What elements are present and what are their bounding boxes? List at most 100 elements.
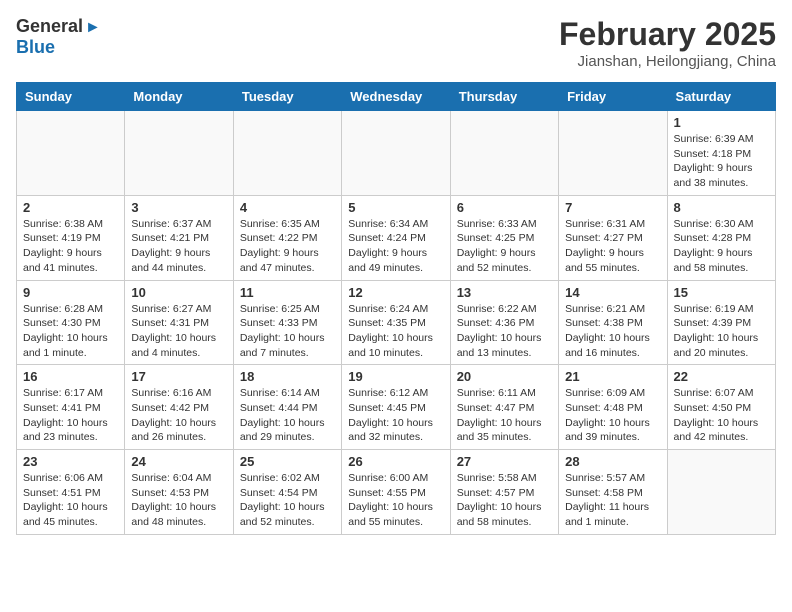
location-subtitle: Jianshan, Heilongjiang, China: [559, 53, 776, 70]
week-row-1: 2Sunrise: 6:38 AM Sunset: 4:19 PM Daylig…: [17, 195, 776, 280]
day-number: 17: [131, 369, 226, 384]
day-number: 6: [457, 200, 552, 215]
day-detail: Sunrise: 6:33 AM Sunset: 4:25 PM Dayligh…: [457, 217, 552, 276]
calendar-cell: 2Sunrise: 6:38 AM Sunset: 4:19 PM Daylig…: [17, 195, 125, 280]
calendar-cell: 16 Sunrise: 6:17 AM Sunset: 4:41 PM Dayli…: [17, 365, 125, 450]
calendar-cell: 20 Sunrise: 6:11 AM Sunset: 4:47 PM Dayli…: [450, 365, 558, 450]
weekday-header-wednesday: Wednesday: [342, 83, 450, 111]
calendar-cell: [17, 111, 125, 196]
day-detail: Sunrise: 6:00 AM Sunset: 4:55 PM Dayligh…: [348, 471, 443, 530]
day-number: 27: [457, 454, 552, 469]
day-number: 12: [348, 285, 443, 300]
calendar-cell: 3Sunrise: 6:37 AM Sunset: 4:21 PM Daylig…: [125, 195, 233, 280]
day-number: 7: [565, 200, 660, 215]
calendar-cell: [667, 450, 775, 535]
day-number: 15: [674, 285, 769, 300]
calendar-cell: [559, 111, 667, 196]
day-number: 23: [23, 454, 118, 469]
logo-icon: ►: [85, 19, 101, 36]
calendar-cell: 22 Sunrise: 6:07 AM Sunset: 4:50 PM Dayli…: [667, 365, 775, 450]
calendar-cell: 28 Sunrise: 5:57 AM Sunset: 4:58 PM Dayli…: [559, 450, 667, 535]
calendar-cell: 7Sunrise: 6:31 AM Sunset: 4:27 PM Daylig…: [559, 195, 667, 280]
weekday-header-sunday: Sunday: [17, 83, 125, 111]
logo: General► Blue: [16, 16, 101, 58]
day-number: 28: [565, 454, 660, 469]
calendar-table: SundayMondayTuesdayWednesdayThursdayFrid…: [16, 82, 776, 535]
day-number: 3: [131, 200, 226, 215]
day-detail: Sunrise: 6:02 AM Sunset: 4:54 PM Dayligh…: [240, 471, 335, 530]
day-number: 24: [131, 454, 226, 469]
calendar-cell: 25 Sunrise: 6:02 AM Sunset: 4:54 PM Dayli…: [233, 450, 341, 535]
day-detail: Sunrise: 6:28 AM Sunset: 4:30 PM Dayligh…: [23, 302, 118, 361]
day-detail: Sunrise: 6:38 AM Sunset: 4:19 PM Dayligh…: [23, 217, 118, 276]
day-detail: Sunrise: 6:24 AM Sunset: 4:35 PM Dayligh…: [348, 302, 443, 361]
title-area: February 2025 Jianshan, Heilongjiang, Ch…: [559, 16, 776, 70]
weekday-header-saturday: Saturday: [667, 83, 775, 111]
day-number: 11: [240, 285, 335, 300]
calendar-cell: 6 Sunrise: 6:33 AM Sunset: 4:25 PM Daylig…: [450, 195, 558, 280]
calendar-cell: 13 Sunrise: 6:22 AM Sunset: 4:36 PM Dayli…: [450, 280, 558, 365]
calendar-cell: 5 Sunrise: 6:34 AM Sunset: 4:24 PM Daylig…: [342, 195, 450, 280]
calendar-cell: 21 Sunrise: 6:09 AM Sunset: 4:48 PM Dayli…: [559, 365, 667, 450]
day-detail: Sunrise: 6:09 AM Sunset: 4:48 PM Dayligh…: [565, 386, 660, 445]
calendar-cell: [125, 111, 233, 196]
day-number: 21: [565, 369, 660, 384]
day-detail: Sunrise: 6:11 AM Sunset: 4:47 PM Dayligh…: [457, 386, 552, 445]
calendar-cell: 10 Sunrise: 6:27 AM Sunset: 4:31 PM Dayli…: [125, 280, 233, 365]
weekday-header-tuesday: Tuesday: [233, 83, 341, 111]
day-number: 10: [131, 285, 226, 300]
day-detail: Sunrise: 6:04 AM Sunset: 4:53 PM Dayligh…: [131, 471, 226, 530]
day-detail: Sunrise: 6:07 AM Sunset: 4:50 PM Dayligh…: [674, 386, 769, 445]
day-detail: Sunrise: 6:19 AM Sunset: 4:39 PM Dayligh…: [674, 302, 769, 361]
day-detail: Sunrise: 6:12 AM Sunset: 4:45 PM Dayligh…: [348, 386, 443, 445]
day-detail: Sunrise: 6:34 AM Sunset: 4:24 PM Dayligh…: [348, 217, 443, 276]
calendar-cell: 17 Sunrise: 6:16 AM Sunset: 4:42 PM Dayli…: [125, 365, 233, 450]
day-number: 4: [240, 200, 335, 215]
day-number: 9: [23, 285, 118, 300]
day-detail: Sunrise: 6:14 AM Sunset: 4:44 PM Dayligh…: [240, 386, 335, 445]
calendar-cell: 4 Sunrise: 6:35 AM Sunset: 4:22 PM Daylig…: [233, 195, 341, 280]
calendar-cell: 12 Sunrise: 6:24 AM Sunset: 4:35 PM Dayli…: [342, 280, 450, 365]
calendar-cell: 14Sunrise: 6:21 AM Sunset: 4:38 PM Dayli…: [559, 280, 667, 365]
calendar-cell: [233, 111, 341, 196]
day-number: 22: [674, 369, 769, 384]
day-number: 20: [457, 369, 552, 384]
day-detail: Sunrise: 6:39 AM Sunset: 4:18 PM Dayligh…: [674, 132, 769, 191]
calendar-cell: 24 Sunrise: 6:04 AM Sunset: 4:53 PM Dayli…: [125, 450, 233, 535]
week-row-0: 1Sunrise: 6:39 AM Sunset: 4:18 PM Daylig…: [17, 111, 776, 196]
day-number: 25: [240, 454, 335, 469]
day-detail: Sunrise: 6:06 AM Sunset: 4:51 PM Dayligh…: [23, 471, 118, 530]
day-detail: Sunrise: 6:27 AM Sunset: 4:31 PM Dayligh…: [131, 302, 226, 361]
calendar-cell: 19Sunrise: 6:12 AM Sunset: 4:45 PM Dayli…: [342, 365, 450, 450]
day-detail: Sunrise: 5:58 AM Sunset: 4:57 PM Dayligh…: [457, 471, 552, 530]
day-detail: Sunrise: 6:35 AM Sunset: 4:22 PM Dayligh…: [240, 217, 335, 276]
day-number: 8: [674, 200, 769, 215]
page-header: General► Blue February 2025 Jianshan, He…: [16, 16, 776, 70]
weekday-header-friday: Friday: [559, 83, 667, 111]
week-row-2: 9 Sunrise: 6:28 AM Sunset: 4:30 PM Daylig…: [17, 280, 776, 365]
calendar-cell: 18 Sunrise: 6:14 AM Sunset: 4:44 PM Dayli…: [233, 365, 341, 450]
calendar-cell: 27 Sunrise: 5:58 AM Sunset: 4:57 PM Dayli…: [450, 450, 558, 535]
logo-blue: Blue: [16, 37, 55, 57]
day-number: 5: [348, 200, 443, 215]
day-detail: Sunrise: 5:57 AM Sunset: 4:58 PM Dayligh…: [565, 471, 660, 530]
day-number: 18: [240, 369, 335, 384]
logo-general: General: [16, 16, 83, 36]
week-row-3: 16 Sunrise: 6:17 AM Sunset: 4:41 PM Dayli…: [17, 365, 776, 450]
day-detail: Sunrise: 6:21 AM Sunset: 4:38 PM Dayligh…: [565, 302, 660, 361]
day-number: 16: [23, 369, 118, 384]
weekday-header-monday: Monday: [125, 83, 233, 111]
day-detail: Sunrise: 6:16 AM Sunset: 4:42 PM Dayligh…: [131, 386, 226, 445]
day-number: 13: [457, 285, 552, 300]
day-detail: Sunrise: 6:30 AM Sunset: 4:28 PM Dayligh…: [674, 217, 769, 276]
day-detail: Sunrise: 6:22 AM Sunset: 4:36 PM Dayligh…: [457, 302, 552, 361]
calendar-cell: [450, 111, 558, 196]
calendar-cell: [342, 111, 450, 196]
weekday-header-row: SundayMondayTuesdayWednesdayThursdayFrid…: [17, 83, 776, 111]
calendar-cell: 1Sunrise: 6:39 AM Sunset: 4:18 PM Daylig…: [667, 111, 775, 196]
day-detail: Sunrise: 6:25 AM Sunset: 4:33 PM Dayligh…: [240, 302, 335, 361]
day-number: 26: [348, 454, 443, 469]
calendar-cell: 15 Sunrise: 6:19 AM Sunset: 4:39 PM Dayli…: [667, 280, 775, 365]
calendar-cell: 26 Sunrise: 6:00 AM Sunset: 4:55 PM Dayli…: [342, 450, 450, 535]
day-detail: Sunrise: 6:17 AM Sunset: 4:41 PM Dayligh…: [23, 386, 118, 445]
